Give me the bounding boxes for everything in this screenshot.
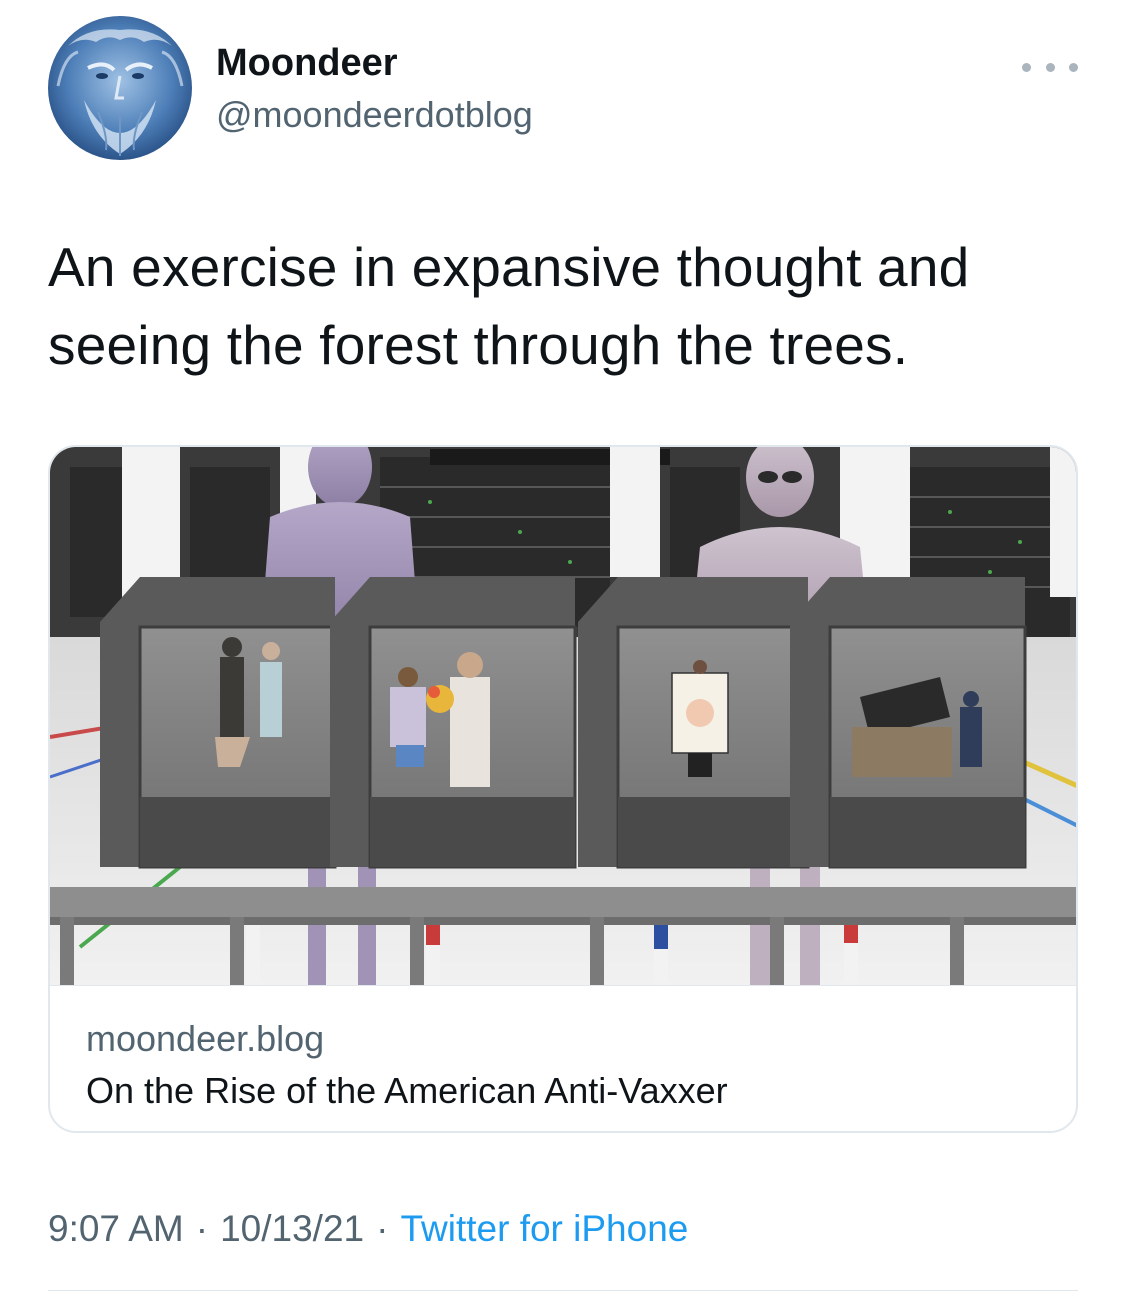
ellipsis-icon[interactable] [1022,52,1078,82]
card-domain: moondeer.blog [86,1018,325,1059]
card-title[interactable]: On the Rise of the American Anti-Vaxxer [86,1070,728,1112]
tweet-meta: 9:07 AM · 10/13/21 · Twitter for iPhone [48,1208,688,1250]
tweet-source[interactable]: Twitter for iPhone [400,1208,688,1250]
author-name[interactable]: Moondeer [216,42,398,85]
author-handle[interactable]: @moondeerdotblog [216,94,533,136]
tweet-time[interactable]: 9:07 AM [48,1208,184,1250]
divider [48,1290,1078,1291]
tweet-date[interactable]: 10/13/21 [220,1208,364,1250]
dot [1022,62,1031,72]
link-card[interactable]: moondeer.blog On the Rise of the America… [48,445,1078,1133]
alien-lab-illustration-icon [50,447,1076,985]
separator: · [195,1208,209,1249]
dot [1045,62,1055,72]
dot [1069,62,1078,72]
avatar[interactable] [48,16,192,160]
card-image [50,447,1076,985]
separator: · [376,1208,389,1249]
bearded-face-avatar-icon [48,16,192,160]
card-text: moondeer.blog On the Rise of the America… [50,985,1076,1131]
tweet-header: Moondeer @moondeerdotblog [48,16,1078,166]
tweet-text: An exercise in expansive thought and see… [48,236,970,376]
